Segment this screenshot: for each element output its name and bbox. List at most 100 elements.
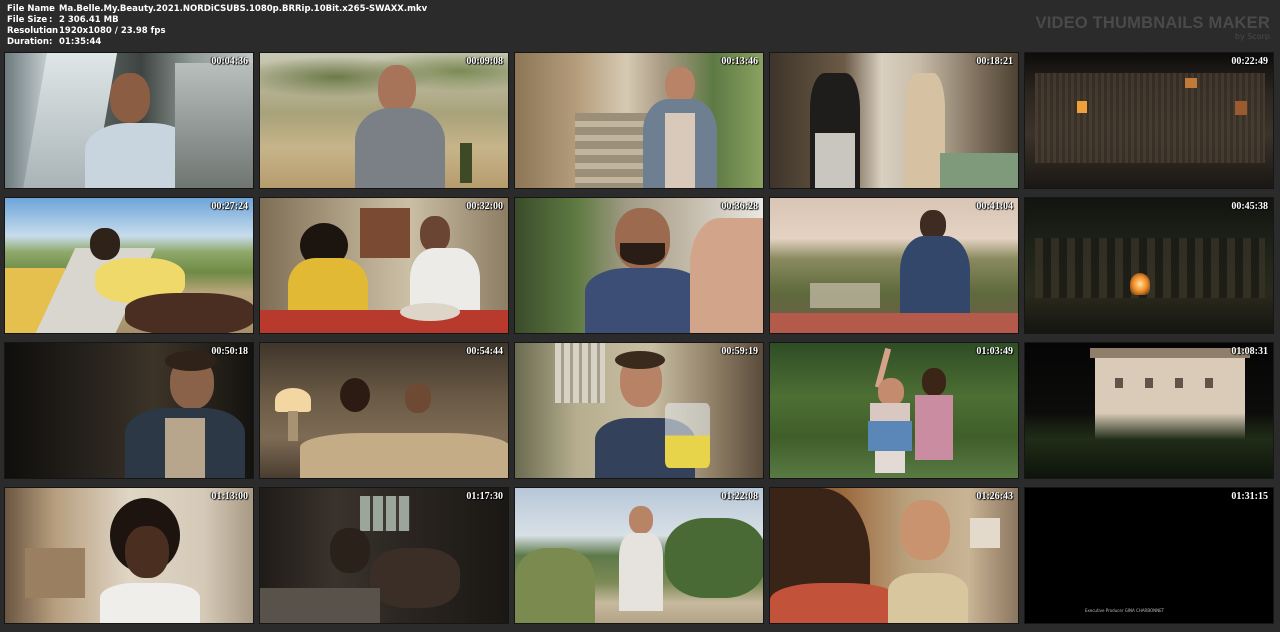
resolution-value: 1920x1080 / 23.98 fps (59, 26, 166, 36)
scene-shape (1090, 348, 1250, 358)
scene-shape (378, 65, 416, 113)
info-separator: : (49, 4, 53, 14)
scene-shape (619, 533, 663, 611)
scene-shape (275, 388, 311, 412)
scene-shape (1185, 78, 1197, 88)
duration-row: Duration : 01:35:44 (7, 37, 427, 48)
scene-shape (878, 378, 904, 406)
scene-shape (770, 583, 900, 623)
info-label: File Name (7, 4, 55, 14)
scene-shape (770, 313, 1018, 333)
scene-shape (1077, 101, 1087, 113)
thumbnail-timestamp: 00:50:18 (211, 346, 248, 357)
thumbnail-sunbath: 00:27:24 (4, 197, 254, 334)
thumbnail-timestamp: 01:22:08 (721, 491, 758, 502)
scene-shape (1145, 378, 1153, 388)
scene-shape (340, 378, 370, 412)
scene-shape (888, 573, 968, 623)
thumbnail-timestamp: 00:04:36 (211, 56, 248, 67)
file-name-value: Ma.Belle.My.Beauty.2021.NORDiCSUBS.1080p… (59, 4, 428, 14)
info-header: File Name : Ma.Belle.My.Beauty.2021.NORD… (0, 0, 1280, 50)
scene-shape (1130, 273, 1150, 295)
thumbnail-timestamp: 00:13:46 (721, 56, 758, 67)
scene-shape (665, 403, 710, 468)
thumbnail-timestamp: 00:32:00 (466, 201, 503, 212)
thumbnail-bed-lamp: 00:54:44 (259, 342, 509, 479)
thumbnail-campfire: 00:45:38 (1024, 197, 1274, 334)
scene-shape (922, 368, 946, 396)
scene-shape (175, 63, 253, 188)
scene-shape (870, 403, 910, 423)
thumbnail-timestamp: 01:03:49 (976, 346, 1013, 357)
scene-shape (1115, 378, 1123, 388)
scene-shape (165, 351, 217, 371)
scene-shape (1035, 73, 1265, 163)
info-separator: : (49, 26, 53, 36)
scene-shape (1025, 488, 1273, 623)
scene-shape (940, 153, 1018, 188)
scene-shape (555, 343, 605, 403)
file-name-row: File Name : Ma.Belle.My.Beauty.2021.NORD… (7, 4, 427, 15)
scene-shape (620, 243, 665, 265)
scene-shape (90, 228, 120, 260)
info-separator: : (49, 37, 53, 47)
scene-shape (515, 548, 595, 623)
scene-shape (100, 583, 200, 623)
scene-shape (1175, 378, 1183, 388)
brand-watermark: VIDEO THUMBNAILS MAKER by Scorp (1036, 14, 1270, 41)
scene-shape (460, 143, 472, 183)
thumbnail-man-closeup: 00:36:28 (514, 197, 764, 334)
thumbnail-dark-room: 01:17:30 (259, 487, 509, 624)
scene-shape (300, 433, 508, 478)
scene-shape (110, 73, 150, 123)
scene-shape (125, 526, 169, 578)
brand-subtitle: by Scorp (1234, 32, 1270, 41)
file-size-row: File Size : 2 306.41 MB (7, 15, 427, 26)
scene-shape (810, 283, 880, 308)
scene-shape (405, 383, 431, 413)
info-separator: : (49, 15, 53, 25)
thumbnail-dinner: 00:32:00 (259, 197, 509, 334)
thumbnail-timestamp: 00:27:24 (211, 201, 248, 212)
thumbnail-juice: 00:59:19 (514, 342, 764, 479)
thumbnail-curly-hair: 01:13:00 (4, 487, 254, 624)
file-size-value: 2 306.41 MB (59, 15, 119, 25)
thumbnail-timestamp: 00:41:04 (976, 201, 1013, 212)
thumbnail-timestamp: 00:45:38 (1231, 201, 1268, 212)
credit-text: Executive Producer GINA CHARBONNET (1085, 608, 1165, 613)
brand-title: VIDEO THUMBNAILS MAKER (1035, 14, 1270, 32)
thumbnail-path: 01:22:08 (514, 487, 764, 624)
thumbnail-timestamp: 00:18:21 (976, 56, 1013, 67)
thumbnail-timestamp: 00:22:49 (1231, 56, 1268, 67)
thumbnail-night-house: 00:22:49 (1024, 52, 1274, 189)
scene-shape (970, 518, 1000, 548)
scene-shape (665, 67, 695, 103)
scene-shape (260, 310, 508, 333)
thumbnail-timestamp: 00:54:44 (466, 346, 503, 357)
scene-shape (125, 293, 253, 333)
thumbnail-orchard: 00:09:08 (259, 52, 509, 189)
scene-shape (25, 548, 85, 598)
scene-shape (665, 518, 763, 598)
scene-shape (1035, 238, 1265, 298)
thumbnail-timestamp: 01:08:31 (1231, 346, 1268, 357)
thumbnail-car: 00:04:36 (4, 52, 254, 189)
scene-shape (875, 451, 905, 473)
thumbnail-timestamp: 01:26:43 (976, 491, 1013, 502)
thumbnail-timestamp: 01:13:00 (211, 491, 248, 502)
duration-value: 01:35:44 (59, 37, 102, 47)
scene-shape (370, 548, 460, 608)
scene-shape (815, 133, 855, 188)
scene-shape (900, 500, 950, 560)
resolution-row: Resolution : 1920x1080 / 23.98 fps (7, 26, 427, 37)
scene-shape (905, 73, 945, 188)
scene-shape (260, 588, 380, 623)
info-label: Duration (7, 37, 49, 47)
scene-shape (288, 411, 298, 441)
scene-shape (1235, 101, 1247, 115)
scene-shape (360, 208, 410, 258)
scene-shape (915, 395, 953, 460)
thumbnail-timestamp: 00:09:08 (466, 56, 503, 67)
thumbnail-timestamp: 01:17:30 (466, 491, 503, 502)
thumbnail-dancing: 01:03:49 (769, 342, 1019, 479)
